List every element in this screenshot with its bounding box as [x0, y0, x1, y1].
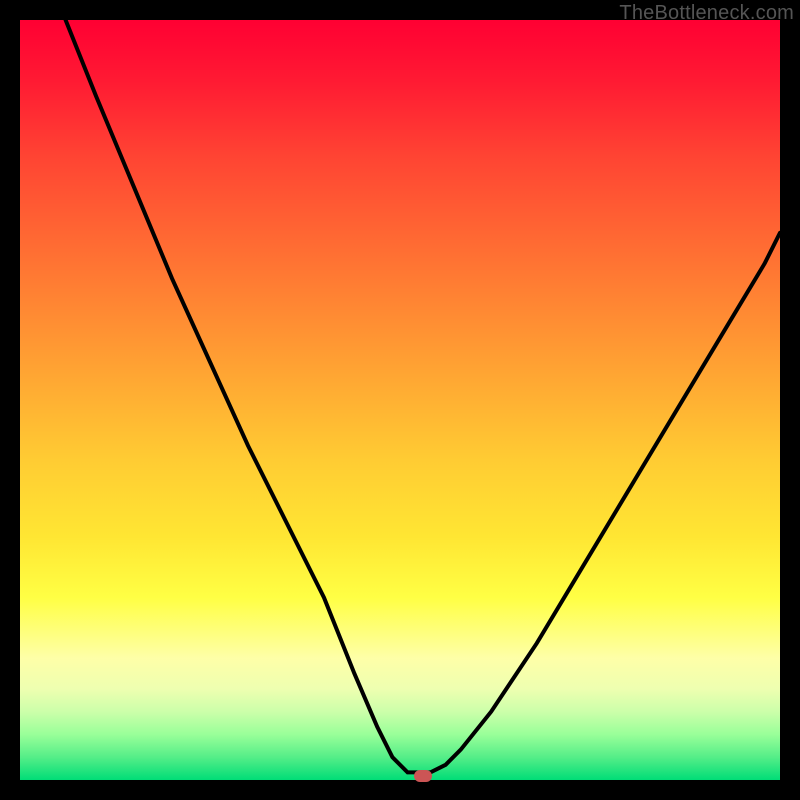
curve-svg: [20, 20, 780, 780]
minimum-marker: [414, 770, 432, 782]
plot-area: [20, 20, 780, 780]
bottleneck-curve: [66, 20, 780, 772]
chart-container: TheBottleneck.com: [0, 0, 800, 800]
